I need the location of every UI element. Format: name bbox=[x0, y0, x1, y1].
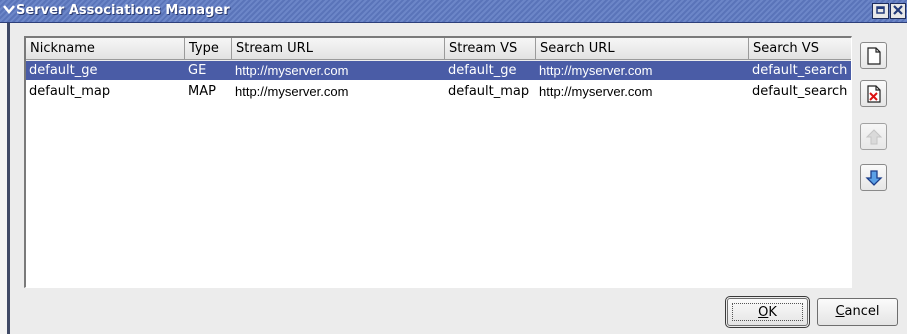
table-row[interactable]: default_map MAP http://myserver.com defa… bbox=[26, 82, 851, 101]
window-frame-edge bbox=[0, 23, 10, 334]
cancel-button-label: Cancel bbox=[835, 304, 880, 319]
cell-type: MAP bbox=[188, 84, 216, 99]
column-header-search-url[interactable]: Search URL bbox=[536, 38, 749, 60]
cell-stream-url: http://myserver.com bbox=[235, 63, 349, 78]
cell-type: GE bbox=[188, 63, 207, 78]
delete-association-button[interactable] bbox=[860, 80, 887, 107]
cell-search-vs: default_search bbox=[752, 84, 848, 99]
cell-nickname: default_ge bbox=[29, 63, 98, 78]
cell-stream-vs: default_map bbox=[448, 84, 530, 99]
server-associations-table[interactable]: Nickname Type Stream URL Stream VS Searc… bbox=[24, 36, 852, 288]
ok-button-label: OK bbox=[732, 303, 803, 321]
column-header-search-vs[interactable]: Search VS bbox=[749, 38, 851, 60]
move-up-button[interactable] bbox=[860, 123, 887, 150]
new-association-button[interactable] bbox=[860, 42, 887, 69]
title-bar[interactable]: Server Associations Manager bbox=[0, 0, 907, 23]
restore-icon[interactable] bbox=[872, 3, 889, 19]
cell-stream-vs: default_ge bbox=[448, 63, 517, 78]
server-associations-dialog: Server Associations Manager Nickname Typ… bbox=[0, 0, 907, 334]
table-header: Nickname Type Stream URL Stream VS Searc… bbox=[26, 38, 851, 61]
cell-search-url: http://myserver.com bbox=[539, 63, 653, 78]
move-down-button[interactable] bbox=[860, 164, 887, 191]
cell-search-url: http://myserver.com bbox=[539, 84, 653, 99]
cell-nickname: default_map bbox=[29, 84, 111, 99]
ok-button[interactable]: OK bbox=[725, 296, 810, 328]
cancel-button[interactable]: Cancel bbox=[817, 298, 898, 326]
column-header-nickname[interactable]: Nickname bbox=[26, 38, 185, 60]
column-header-type[interactable]: Type bbox=[185, 38, 232, 60]
chevron-down-icon[interactable] bbox=[2, 3, 16, 17]
window-title: Server Associations Manager bbox=[16, 3, 230, 18]
cell-stream-url: http://myserver.com bbox=[235, 84, 349, 99]
close-icon[interactable] bbox=[890, 3, 906, 19]
table-row[interactable]: default_ge GE http://myserver.com defaul… bbox=[26, 61, 851, 80]
column-header-stream-url[interactable]: Stream URL bbox=[232, 38, 445, 60]
cell-search-vs: default_search bbox=[752, 63, 848, 78]
column-header-stream-vs[interactable]: Stream VS bbox=[445, 38, 536, 60]
